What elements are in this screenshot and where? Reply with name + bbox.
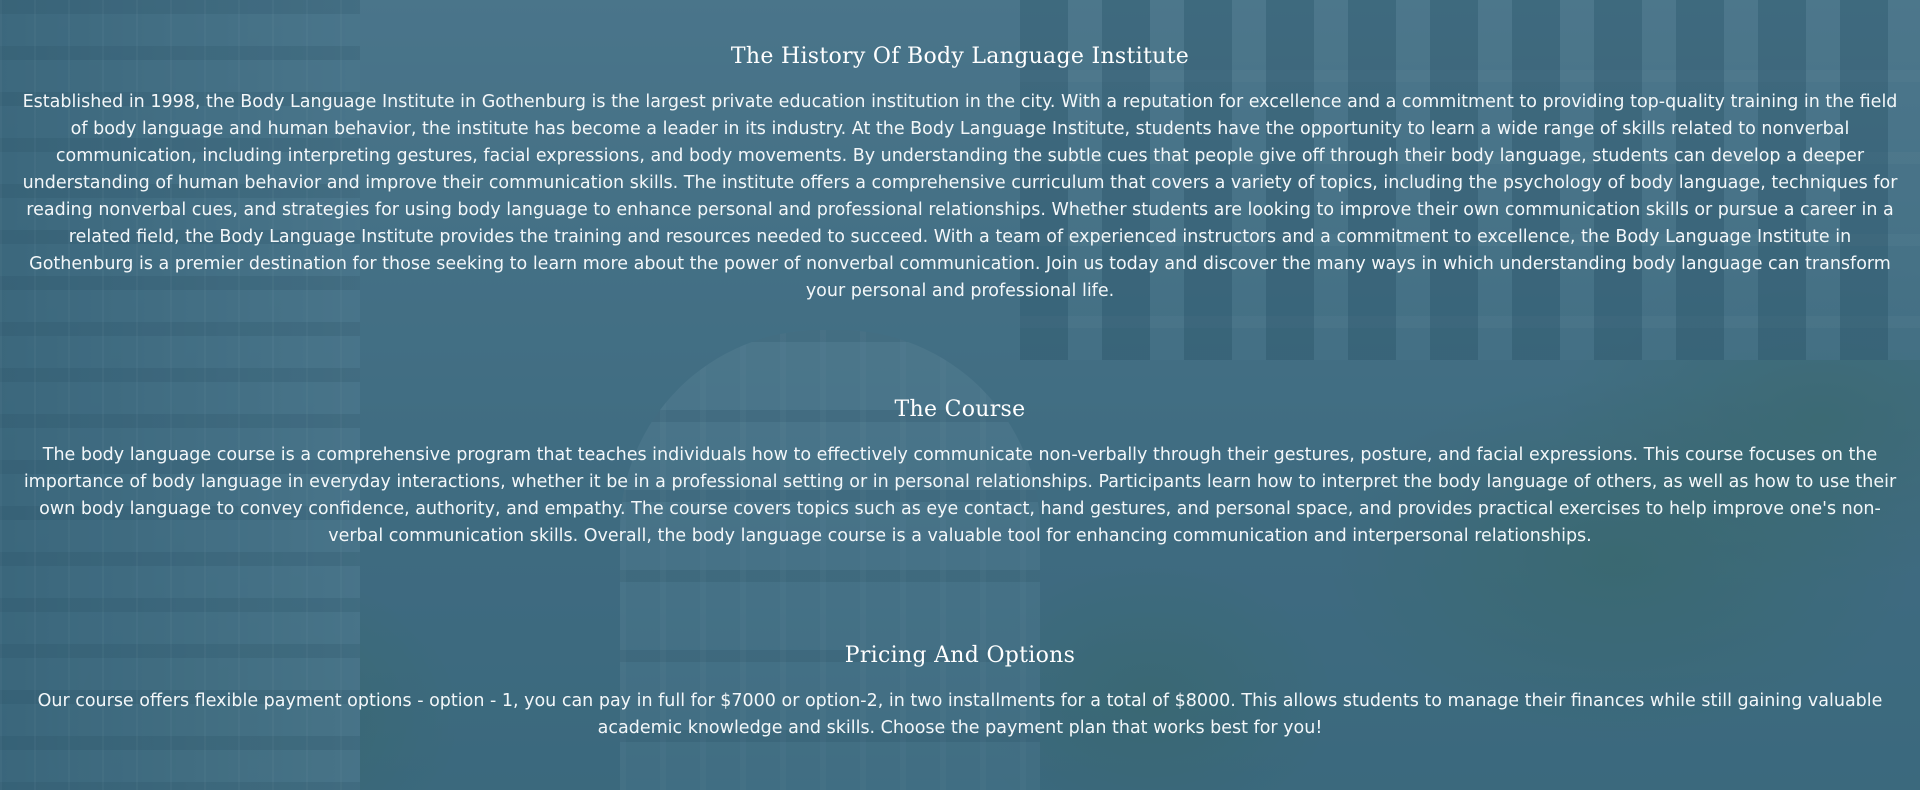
course-body: The body language course is a comprehens…: [23, 445, 1897, 546]
pricing-title: Pricing And Options: [844, 643, 1076, 668]
pricing-body: Our course offers flexible payment optio…: [37, 691, 1883, 738]
course-title: The Course: [894, 397, 1026, 422]
history-title: The History Of Body Language Institute: [730, 44, 1190, 69]
pricing-section: Pricing And Options Our course offers fl…: [18, 642, 1902, 742]
history-body: Established in 1998, the Body Language I…: [22, 92, 1898, 301]
history-section: The History Of Body Language Institute E…: [18, 43, 1902, 305]
course-section: The Course The body language course is a…: [18, 396, 1902, 550]
